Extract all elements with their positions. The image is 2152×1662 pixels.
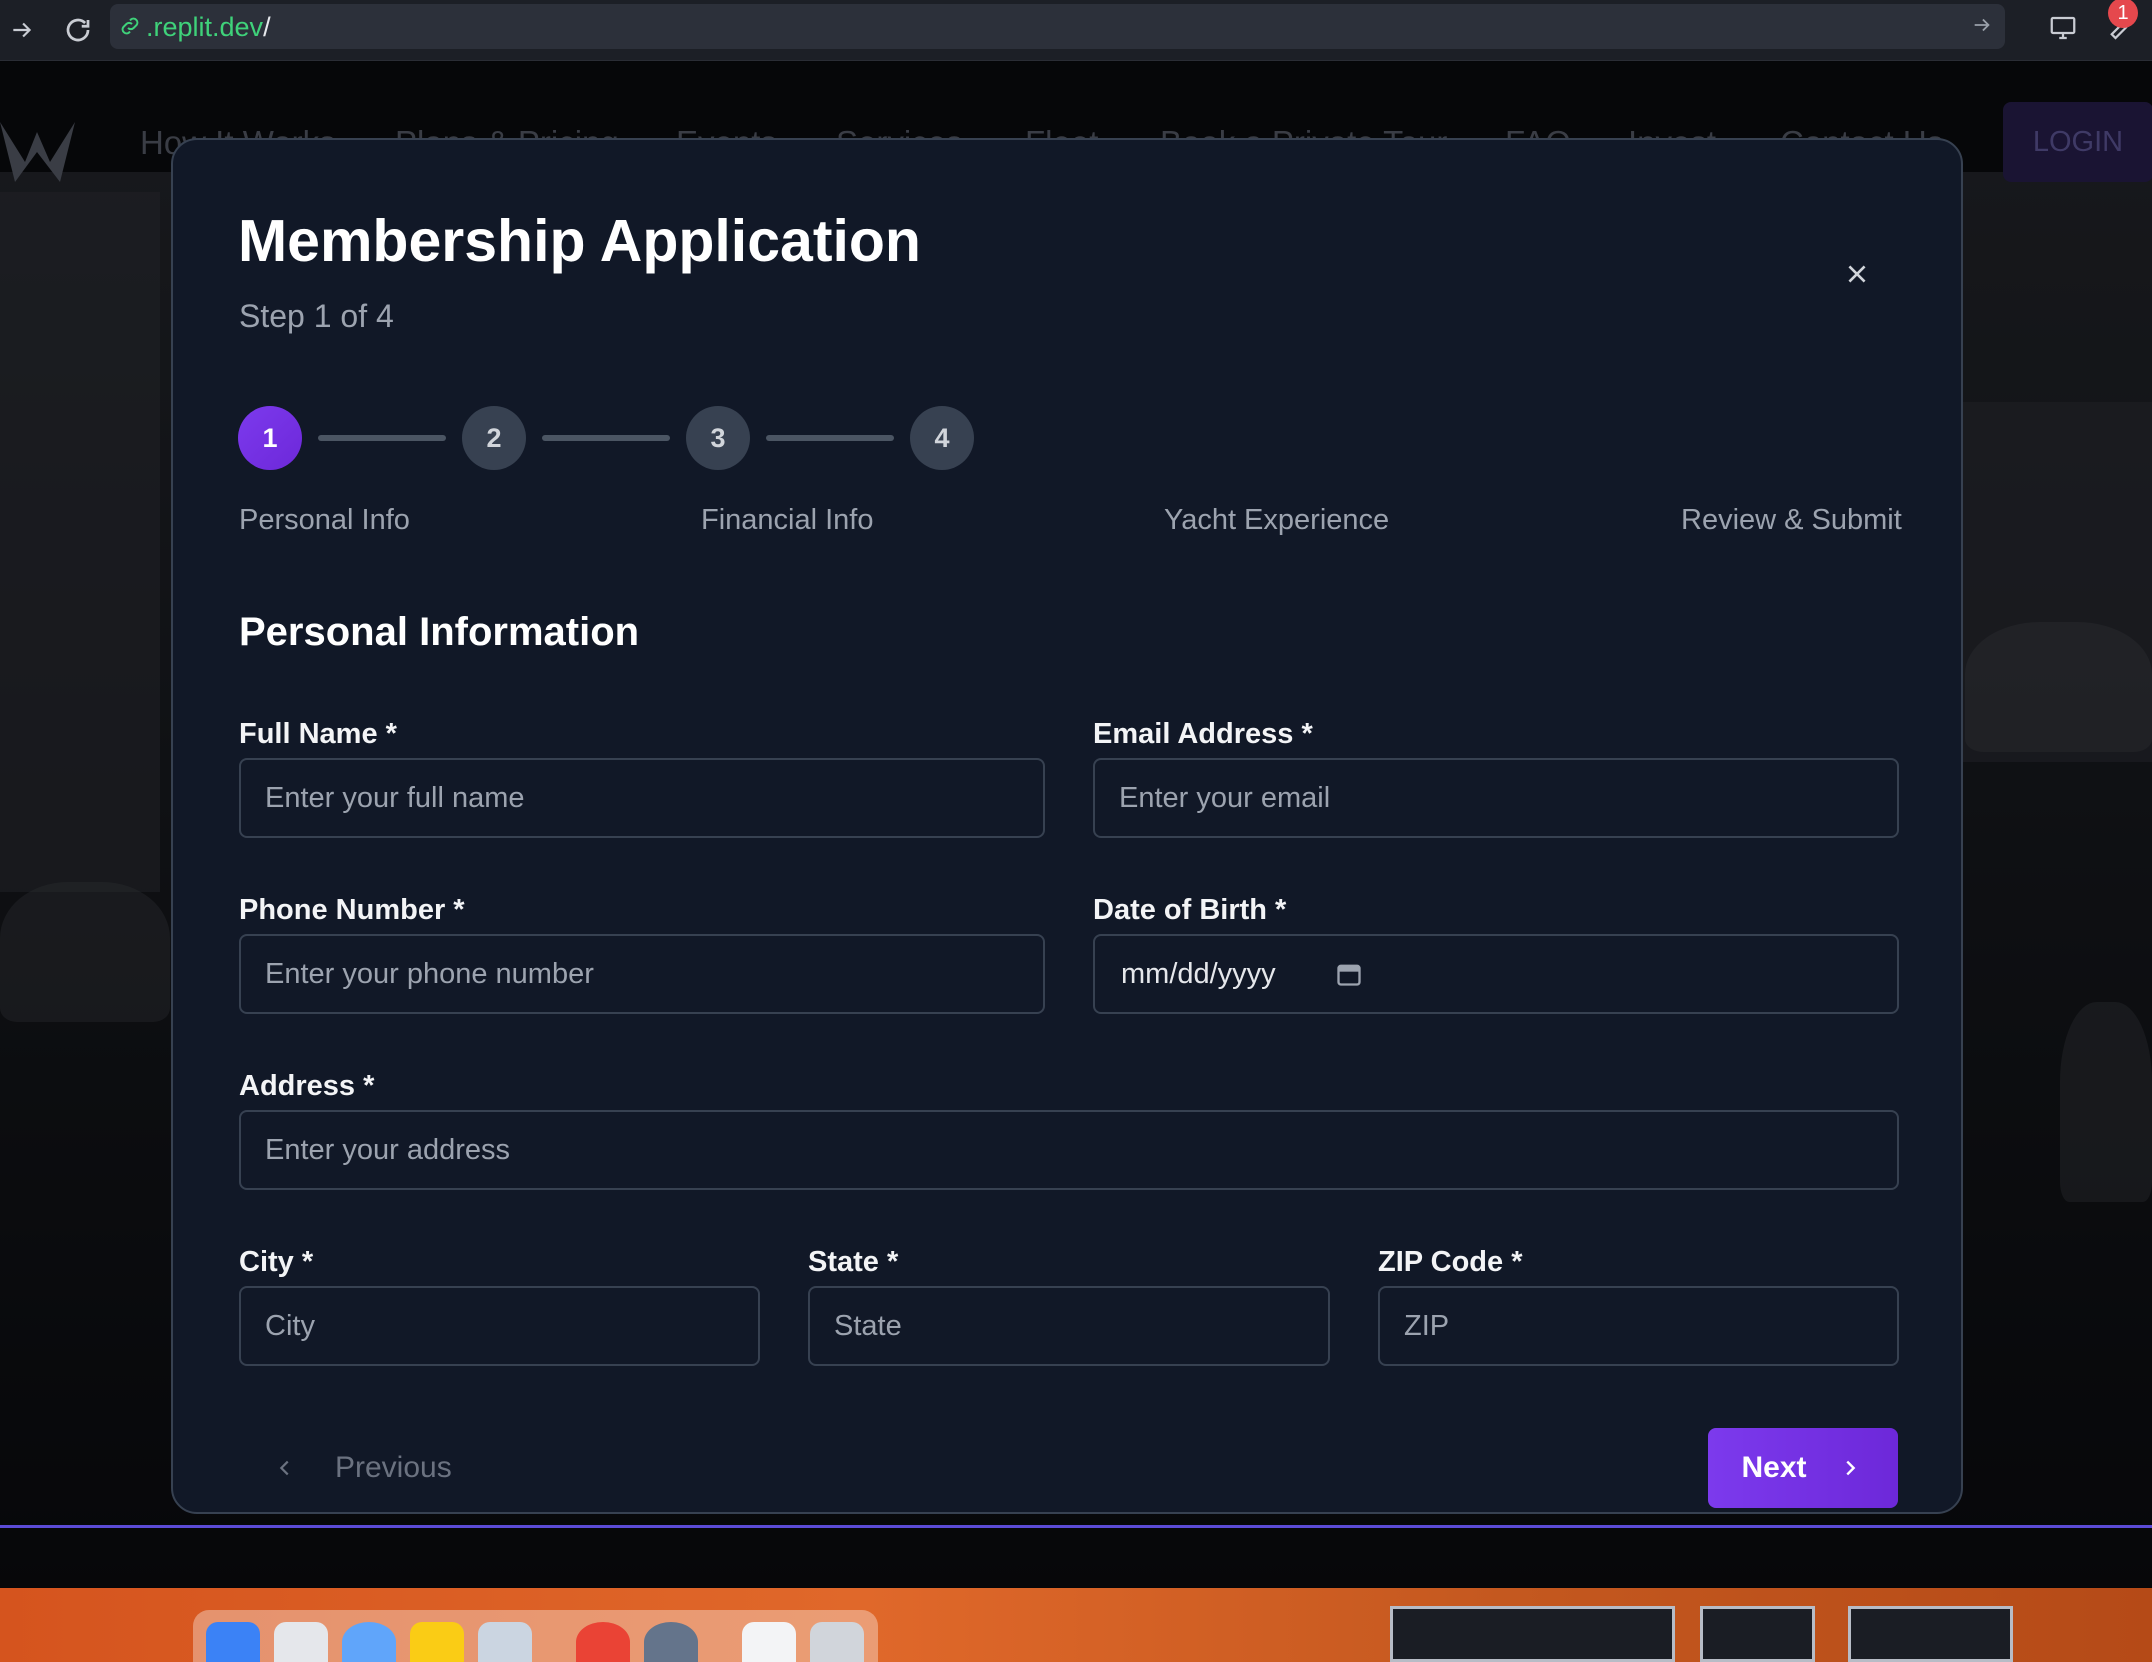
zip-label: ZIP Code * bbox=[1378, 1246, 1523, 1278]
login-button[interactable]: LOGIN bbox=[2003, 102, 2152, 182]
step-label-review-submit: Review & Submit bbox=[1681, 504, 1902, 536]
window-thumbnail[interactable] bbox=[1390, 1606, 1675, 1662]
close-icon[interactable] bbox=[1837, 254, 1877, 294]
window-thumbnail[interactable] bbox=[1700, 1606, 1815, 1662]
desktop-icon[interactable] bbox=[2043, 8, 2083, 48]
email-label: Email Address * bbox=[1093, 718, 1313, 750]
chrome-icon[interactable] bbox=[576, 1622, 630, 1662]
site-logo[interactable] bbox=[0, 102, 75, 182]
step-2-circle: 2 bbox=[462, 406, 526, 470]
step-indicator-text: Step 1 of 4 bbox=[239, 298, 394, 334]
preview-icon[interactable] bbox=[478, 1622, 532, 1662]
phone-label: Phone Number * bbox=[239, 894, 465, 926]
notes-icon[interactable] bbox=[410, 1622, 464, 1662]
previous-label: Previous bbox=[335, 1451, 452, 1484]
modal-title: Membership Application bbox=[238, 208, 921, 274]
url-text: .replit.dev/ bbox=[146, 12, 271, 43]
step-connector bbox=[542, 435, 670, 441]
phone-input[interactable] bbox=[239, 934, 1045, 1014]
next-label: Next bbox=[1741, 1451, 1807, 1484]
step-3-circle: 3 bbox=[686, 406, 750, 470]
step-label-personal-info: Personal Info bbox=[239, 504, 410, 536]
documents-icon[interactable] bbox=[742, 1622, 796, 1662]
step-label-financial-info: Financial Info bbox=[701, 504, 874, 536]
chevron-right-icon bbox=[1835, 1453, 1865, 1483]
chevron-left-icon bbox=[265, 1448, 305, 1488]
state-input[interactable] bbox=[808, 1286, 1330, 1366]
step-connector bbox=[766, 435, 894, 441]
address-label: Address * bbox=[239, 1070, 375, 1102]
zip-input[interactable] bbox=[1378, 1286, 1899, 1366]
email-input[interactable] bbox=[1093, 758, 1899, 838]
city-input[interactable] bbox=[239, 1286, 760, 1366]
calendar-icon[interactable] bbox=[1335, 960, 1363, 988]
next-button[interactable]: Next bbox=[1708, 1428, 1898, 1508]
dob-input[interactable]: mm/dd/yyyy bbox=[1093, 934, 1899, 1014]
url-domain: .replit.dev bbox=[146, 12, 264, 42]
screenshot-app-icon[interactable] bbox=[644, 1622, 698, 1662]
window-thumbnail[interactable] bbox=[1848, 1606, 2013, 1662]
trash-icon[interactable] bbox=[810, 1622, 864, 1662]
step-label-yacht-experience: Yacht Experience bbox=[1164, 504, 1390, 536]
launchpad-icon[interactable] bbox=[274, 1622, 328, 1662]
forward-icon[interactable] bbox=[2, 10, 42, 50]
page-bottom-accent bbox=[0, 1525, 2152, 1528]
step-4-circle: 4 bbox=[910, 406, 974, 470]
city-label: City * bbox=[239, 1246, 314, 1278]
link-icon bbox=[118, 14, 142, 38]
dob-value: mm/dd/yyyy bbox=[1121, 958, 1276, 990]
step-1-circle: 1 bbox=[238, 406, 302, 470]
step-connector bbox=[318, 435, 446, 441]
address-input[interactable] bbox=[239, 1110, 1899, 1190]
safari-icon[interactable] bbox=[342, 1622, 396, 1662]
state-label: State * bbox=[808, 1246, 899, 1278]
reload-icon[interactable] bbox=[58, 10, 98, 50]
full-name-input[interactable] bbox=[239, 758, 1045, 838]
dob-label: Date of Birth * bbox=[1093, 894, 1287, 926]
section-title: Personal Information bbox=[239, 610, 640, 654]
membership-application-modal: Membership Application Step 1 of 4 1 2 3… bbox=[171, 138, 1963, 1514]
address-bar[interactable]: .replit.dev/ bbox=[110, 4, 2005, 49]
go-arrow-icon[interactable] bbox=[1971, 14, 1995, 38]
browser-toolbar: .replit.dev/ 1 bbox=[0, 0, 2152, 61]
url-path: / bbox=[263, 12, 271, 42]
finder-icon[interactable] bbox=[206, 1622, 260, 1662]
previous-button[interactable]: Previous bbox=[265, 1438, 465, 1498]
full-name-label: Full Name * bbox=[239, 718, 397, 750]
